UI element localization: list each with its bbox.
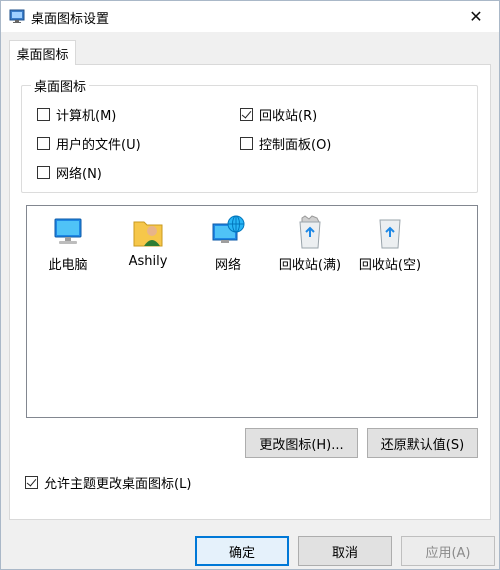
ok-button[interactable]: 确定: [195, 536, 289, 566]
title-bar: 桌面图标设置 ✕: [1, 1, 499, 32]
close-icon: ✕: [469, 7, 483, 26]
change-icon-button[interactable]: 更改图标(H)...: [245, 428, 358, 458]
item-label: 此电脑: [48, 258, 88, 273]
checkbox-label: 网络(N): [56, 166, 102, 182]
groupbox-title: 桌面图标: [31, 76, 90, 95]
list-item-recycle-bin-empty[interactable]: 回收站(空): [351, 214, 429, 273]
checkbox-box[interactable]: [37, 107, 50, 121]
checkbox-box[interactable]: [240, 136, 253, 150]
checkbox-box[interactable]: [25, 475, 38, 489]
checkbox-control-panel[interactable]: 控制面板(O): [240, 134, 332, 153]
close-button[interactable]: ✕: [453, 1, 499, 32]
tab-desktop-icons[interactable]: 桌面图标: [9, 40, 76, 65]
checkbox-box[interactable]: [240, 107, 253, 121]
window-title: 桌面图标设置: [31, 12, 110, 27]
recycle-bin-full-icon: [292, 214, 328, 250]
list-item-recycle-bin-full[interactable]: 回收站(满): [271, 214, 349, 273]
item-label: 回收站(满): [278, 258, 342, 273]
checkbox-label: 回收站(R): [259, 108, 318, 124]
checkbox-network[interactable]: 网络(N): [37, 163, 102, 182]
desktop-icon-settings-dialog: 桌面图标设置 ✕ 桌面图标 桌面图标 计算机(M) 回收站(R) 用户的文件(U…: [0, 0, 500, 570]
checkbox-user-files[interactable]: 用户的文件(U): [37, 134, 141, 153]
item-label: 网络: [214, 258, 241, 273]
checkbox-computer[interactable]: 计算机(M): [37, 105, 117, 124]
checkbox-label: 计算机(M): [56, 108, 117, 124]
checkbox-recycle-bin[interactable]: 回收站(R): [240, 105, 318, 124]
checkbox-box[interactable]: [37, 136, 50, 150]
list-item-network[interactable]: 网络: [189, 214, 267, 273]
desktop-settings-icon: [9, 8, 25, 24]
checkbox-label: 允许主题更改桌面图标(L): [44, 476, 192, 492]
cancel-button[interactable]: 取消: [298, 536, 392, 566]
list-item-this-pc[interactable]: 此电脑: [29, 214, 107, 273]
recycle-bin-empty-icon: [372, 214, 408, 250]
list-item-user-folder[interactable]: Ashily: [109, 214, 187, 269]
user-folder-icon: [130, 214, 166, 250]
checkbox-allow-themes[interactable]: 允许主题更改桌面图标(L): [25, 473, 192, 492]
checkbox-label: 用户的文件(U): [56, 137, 141, 153]
item-label: Ashily: [128, 254, 168, 269]
apply-button[interactable]: 应用(A): [401, 536, 495, 566]
restore-default-button[interactable]: 还原默认值(S): [367, 428, 478, 458]
network-icon: [210, 214, 246, 250]
checkbox-box[interactable]: [37, 165, 50, 179]
icon-list[interactable]: 此电脑 Ashily 网络 回收站(满) 回收站(空): [26, 205, 478, 418]
computer-icon: [50, 214, 86, 250]
item-label: 回收站(空): [358, 258, 422, 273]
checkbox-label: 控制面板(O): [259, 137, 332, 153]
